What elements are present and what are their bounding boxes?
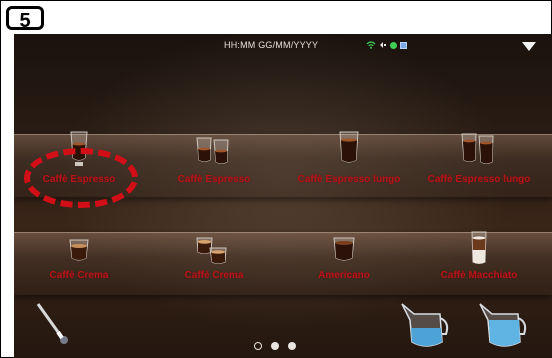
product-label: Caffè Espresso lungo	[297, 174, 401, 185]
page-dot-active[interactable]	[254, 342, 262, 350]
macchiato-glass-icon	[471, 231, 487, 264]
product-caffe-espresso-lungo[interactable]: Caffè Espresso lungo	[284, 128, 414, 198]
espresso-lungo-icon	[339, 131, 359, 163]
product-label: Americano	[318, 270, 370, 281]
product-label: Caffè Crema	[49, 270, 109, 281]
product-caffe-crema-double[interactable]: Caffè Crema	[149, 234, 279, 304]
product-caffe-espresso-double[interactable]: Caffè Espresso	[149, 128, 279, 198]
milk-jug-icon[interactable]	[474, 298, 530, 352]
product-label: Caffè Espresso lungo	[427, 174, 531, 185]
page-indicator	[254, 342, 296, 350]
product-label: Caffè Macchiato	[440, 270, 518, 281]
crema-cup-icon	[69, 239, 89, 261]
americano-cup-icon	[333, 237, 355, 261]
double-crema-icon	[196, 237, 227, 264]
product-label: Caffè Crema	[184, 270, 244, 281]
menu-chevron-down-icon[interactable]	[522, 42, 536, 51]
steam-wand-icon[interactable]	[34, 302, 76, 346]
product-americano[interactable]: Americano	[279, 234, 409, 304]
milk-jug-icon[interactable]	[396, 298, 452, 352]
network-icon	[380, 42, 386, 48]
device-icon	[400, 41, 407, 49]
page-dot[interactable]	[271, 342, 279, 350]
double-espresso-lungo-icon	[461, 133, 494, 164]
wifi-icon	[366, 41, 376, 49]
status-icons	[366, 40, 407, 50]
page-dot[interactable]	[288, 342, 296, 350]
product-caffe-crema[interactable]: Caffè Crema	[14, 234, 144, 304]
product-caffe-espresso-lungo-double[interactable]: Caffè Espresso lungo	[414, 128, 544, 198]
connection-status-icon	[390, 41, 397, 49]
product-label: Caffè Espresso	[177, 174, 251, 185]
double-espresso-icon	[196, 137, 229, 164]
product-caffe-macchiato[interactable]: Caffè Macchiato	[414, 230, 544, 300]
coffee-machine-screen: HH:MM GG/MM/YYYY Caffè Espresso Caffè Es…	[14, 34, 552, 358]
step-number-badge: 5	[6, 6, 44, 32]
datetime-display: HH:MM GG/MM/YYYY	[224, 40, 319, 50]
highlight-circle-annotation	[24, 148, 138, 208]
status-bar: HH:MM GG/MM/YYYY	[14, 34, 552, 56]
